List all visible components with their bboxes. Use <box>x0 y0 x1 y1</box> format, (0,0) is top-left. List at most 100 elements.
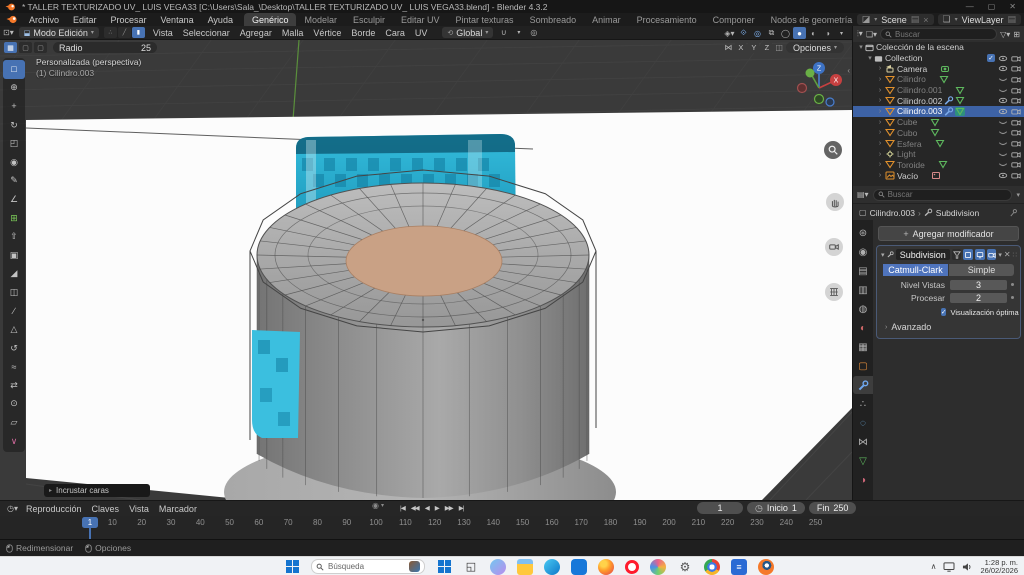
taskbar-app-icon[interactable]: ⚙ <box>677 559 693 575</box>
outliner-object-row[interactable]: › Cube <box>853 117 1024 128</box>
outliner-object-row[interactable]: › Vacío <box>853 170 1024 181</box>
menu-item[interactable]: Editar <box>66 13 104 26</box>
render-camera-icon[interactable] <box>1011 128 1021 137</box>
viewport-menu-item[interactable]: Cara <box>380 28 410 38</box>
tool-button[interactable]: ◉ <box>3 153 25 172</box>
eye-icon[interactable] <box>998 118 1008 127</box>
value-field[interactable]: 2 <box>950 292 1007 303</box>
display-edit-cage-toggle[interactable] <box>951 249 962 260</box>
mirror-icon[interactable]: ⋈ <box>724 43 732 52</box>
shading-w-icon[interactable]: ◯ <box>779 27 792 39</box>
tool-button[interactable]: + <box>3 97 25 116</box>
tool-button[interactable]: ⊞ <box>3 209 25 228</box>
taskbar-app-icon[interactable] <box>598 558 614 575</box>
properties-tab[interactable] <box>853 376 873 394</box>
taskbar-app-icon[interactable] <box>517 558 533 575</box>
close-button[interactable]: ✕ <box>1009 2 1016 11</box>
properties-tab[interactable]: ⊛ <box>853 224 873 242</box>
tool-option-active-icon[interactable]: ▦ <box>4 42 17 53</box>
outliner-object-row[interactable]: › Esfera <box>853 138 1024 149</box>
camera-view-button[interactable] <box>825 238 843 256</box>
viewport-menu-item[interactable]: UV <box>410 28 433 38</box>
algorithm-button[interactable]: Simple <box>949 264 1014 276</box>
menu-item[interactable]: Ventana <box>154 13 201 26</box>
tool-button[interactable]: ▱ <box>3 413 25 432</box>
workspace-tab[interactable]: Nodos de geometría <box>763 13 861 26</box>
taskbar-app-icon[interactable] <box>650 558 666 575</box>
transport-button[interactable]: ▶| <box>457 504 466 512</box>
properties-tab[interactable]: ◑ <box>853 471 873 489</box>
tool-button[interactable]: ⊙ <box>3 395 25 414</box>
taskbar-app-icon[interactable] <box>704 558 720 575</box>
workspace-tab[interactable]: Sombreado <box>522 13 585 26</box>
pan-hand-button[interactable] <box>826 193 844 211</box>
tool-button[interactable]: ⇧ <box>3 227 25 246</box>
workspace-tab[interactable]: Modelar <box>296 13 345 26</box>
outliner-object-row[interactable]: › Toroide <box>853 160 1024 171</box>
algorithm-button[interactable]: Catmull-Clark <box>883 264 948 276</box>
add-modifier-button[interactable]: + Agregar modificador <box>878 226 1019 241</box>
render-camera-icon[interactable] <box>1011 96 1021 105</box>
transport-button[interactable]: ◀ <box>423 504 431 512</box>
outliner-display-mode-icon[interactable]: ⦙▾ <box>857 29 863 39</box>
properties-editor-icon[interactable]: ▤▾ <box>857 190 869 199</box>
display-editmode-toggle[interactable] <box>963 249 974 260</box>
outliner-funnel-icon[interactable]: ▽▾ <box>1000 30 1010 39</box>
modifier-name-field[interactable]: Subdivision <box>895 249 950 260</box>
radio-slider[interactable]: Radio 25 <box>53 42 157 53</box>
eye-icon[interactable] <box>998 54 1008 63</box>
shading-dropdown-icon[interactable]: ▾ <box>835 27 848 39</box>
value-field[interactable]: 3 <box>950 279 1007 290</box>
outliner-object-row[interactable]: › Camera <box>853 63 1024 74</box>
outliner-object-row[interactable]: › Cilindro.003 <box>853 106 1024 117</box>
pin-icon[interactable] <box>1009 208 1018 217</box>
modifier-close-icon[interactable]: ✕ <box>1004 250 1011 259</box>
taskbar-app-icon[interactable] <box>571 558 587 575</box>
eye-icon[interactable] <box>998 96 1008 105</box>
properties-tab[interactable]: ◐ <box>853 319 873 337</box>
menu-item[interactable]: Archivo <box>22 13 66 26</box>
timeline-menu-item[interactable]: Vista <box>124 504 154 514</box>
taskbar-app-icon[interactable] <box>436 559 452 575</box>
taskbar-app-icon[interactable] <box>544 558 560 575</box>
frame-end-field[interactable]: Fin 250 <box>808 502 857 514</box>
minimize-button[interactable]: — <box>966 2 974 11</box>
workspace-tab[interactable]: Procesamiento <box>629 13 705 26</box>
snap-magnet-icon[interactable]: ∪ <box>497 27 510 39</box>
tray-chevron-icon[interactable]: ∧ <box>931 562 937 571</box>
viewport-menu-item[interactable]: Borde <box>346 28 380 38</box>
tool-button[interactable]: □ <box>3 60 25 79</box>
properties-tab[interactable]: ◉ <box>853 243 873 261</box>
workspace-tab[interactable]: Editar UV <box>393 13 448 26</box>
overlays-toggle-icon[interactable]: ◎ <box>751 27 764 39</box>
eye-icon[interactable] <box>998 150 1008 159</box>
axis-button[interactable]: Y <box>748 42 760 53</box>
playhead-frame-badge[interactable]: 1 <box>82 517 98 528</box>
eye-icon[interactable] <box>998 128 1008 137</box>
collection-checkbox[interactable]: ✓ <box>987 54 995 63</box>
tool-button[interactable]: ◫ <box>3 283 25 302</box>
auto-key-record-icon[interactable]: ◉ ▾ <box>372 501 384 510</box>
properties-search-input[interactable]: Buscar <box>872 188 1013 201</box>
render-camera-icon[interactable] <box>1011 160 1021 169</box>
outliner-object-row[interactable]: › Light <box>853 149 1024 160</box>
tool-button[interactable]: ⊕ <box>3 79 25 98</box>
render-camera-icon[interactable] <box>1011 171 1021 180</box>
playhead-line[interactable] <box>89 528 91 539</box>
properties-tab[interactable]: ⋈ <box>853 433 873 451</box>
start-button[interactable] <box>284 559 300 575</box>
proportional-edit-icon[interactable]: ◎ <box>527 27 540 39</box>
properties-tab[interactable]: ▤ <box>853 262 873 280</box>
eye-icon[interactable] <box>998 75 1008 84</box>
timeline-menu-item[interactable]: Marcador <box>154 504 202 514</box>
axis-button[interactable]: X <box>735 42 747 53</box>
edge-select-button[interactable]: ╱ <box>117 27 131 38</box>
sidebar-toggle-icon[interactable]: ‹ <box>847 66 850 75</box>
outliner-search-input[interactable]: Buscar <box>880 28 998 40</box>
workspace-tab[interactable]: Pintar texturas <box>448 13 522 26</box>
eye-icon[interactable] <box>998 139 1008 148</box>
optimal-display-checkbox[interactable]: ✓ <box>941 308 947 316</box>
frame-start-field[interactable]: ◷ Inicio 1 <box>747 502 805 514</box>
blender-menu-icon[interactable] <box>6 14 18 25</box>
scene-selector[interactable]: ◪ ▾ Scene ▤ × <box>856 14 934 25</box>
